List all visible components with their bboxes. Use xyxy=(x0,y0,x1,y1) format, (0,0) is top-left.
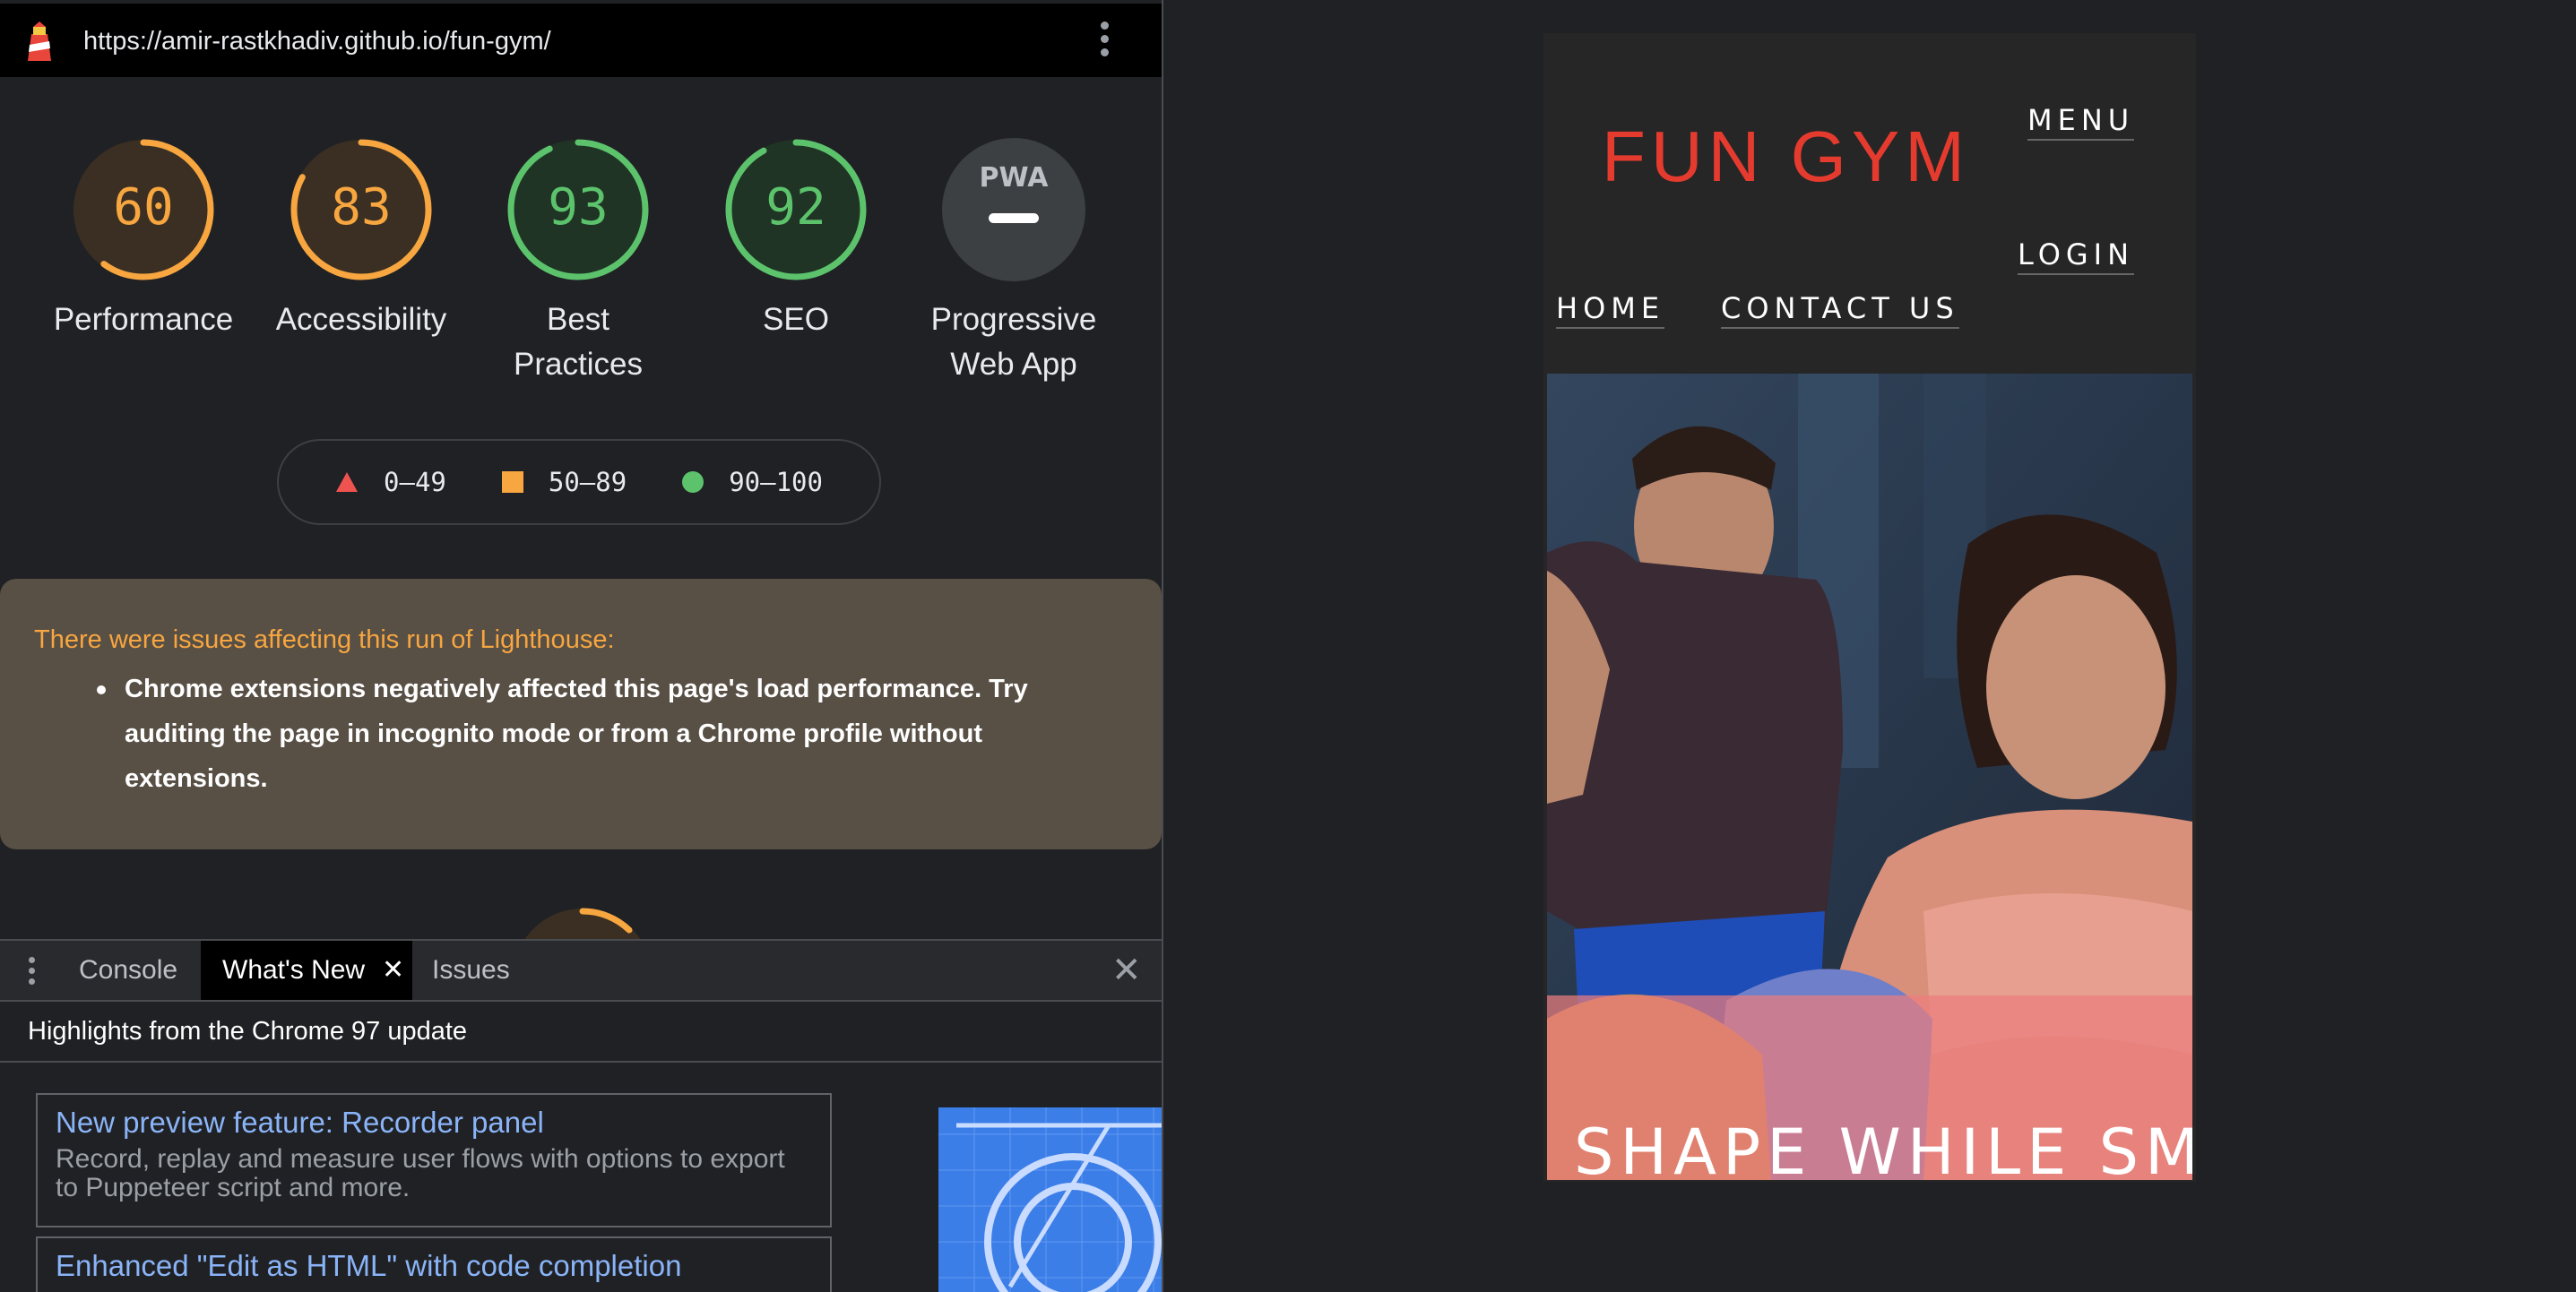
nav-login-link[interactable]: LOGIN xyxy=(2018,237,2135,275)
whats-new-card[interactable]: New preview feature: Recorder panel Reco… xyxy=(36,1093,832,1227)
kebab-dot-icon xyxy=(1100,35,1109,43)
score-value: 83 xyxy=(331,178,391,237)
gauge-ring-icon: 83 xyxy=(290,139,432,280)
tab-console[interactable]: Console xyxy=(79,941,177,1000)
legend-range: 0–49 xyxy=(384,467,446,497)
pwa-badge-icon: PWA xyxy=(942,138,1085,281)
site-preview: FUN GYM MENU LOGIN HOME CONTACT US SHAPE… xyxy=(1543,33,2196,1182)
score-value: 60 xyxy=(113,178,173,237)
legend-range: 50–89 xyxy=(548,467,627,497)
triangle-icon xyxy=(336,472,359,492)
close-drawer-icon[interactable]: ✕ xyxy=(1111,950,1142,991)
site-logo[interactable]: FUN GYM xyxy=(1602,116,1970,198)
score-legend: 0–49 50–89 90–100 xyxy=(277,439,881,525)
kebab-dot-icon xyxy=(28,978,35,985)
nav-menu-link[interactable]: MENU xyxy=(2027,103,2135,141)
hero-image: SHAPE WHILE SMI xyxy=(1547,374,2192,1180)
card-description: Record, replay and measure user flows wi… xyxy=(56,1144,785,1202)
report-url: https://amir-rastkhadiv.github.io/fun-gy… xyxy=(83,27,551,56)
score-label: Accessibility xyxy=(275,302,447,337)
card-title-link[interactable]: Enhanced "Edit as HTML" with code comple… xyxy=(56,1247,812,1285)
kebab-dot-icon xyxy=(28,957,35,963)
whats-new-illustration xyxy=(938,1107,1162,1292)
card-title-link[interactable]: New preview feature: Recorder panel xyxy=(56,1104,812,1141)
lighthouse-warning-box: There were issues affecting this run of … xyxy=(0,579,1162,849)
score-label: Progressive Web App xyxy=(930,302,1097,382)
lighthouse-logo-icon xyxy=(28,22,51,61)
gauge-ring-icon: 60 xyxy=(73,139,214,280)
score-label: SEO xyxy=(763,302,829,337)
warning-item: Chrome extensions negatively affected th… xyxy=(125,675,1028,793)
score-value: 92 xyxy=(765,178,826,237)
kebab-dot-icon xyxy=(1100,22,1109,30)
whats-new-card[interactable]: Enhanced "Edit as HTML" with code comple… xyxy=(36,1236,832,1292)
warning-title: There were issues affecting this run of … xyxy=(34,625,615,654)
site-header: FUN GYM MENU LOGIN HOME CONTACT US xyxy=(1543,33,2196,374)
partial-gauge-icon xyxy=(523,908,642,941)
gauge-seo[interactable]: 92 SEO xyxy=(693,136,899,342)
tab-issues[interactable]: Issues xyxy=(432,941,510,1000)
lighthouse-devtools-panel: https://amir-rastkhadiv.github.io/fun-gy… xyxy=(0,0,1163,1292)
gauge-pwa[interactable]: PWA Progressive Web App xyxy=(911,136,1117,387)
kebab-dot-icon xyxy=(1100,48,1109,56)
score-label: Performance xyxy=(53,302,234,337)
legend-range: 90–100 xyxy=(729,467,823,497)
gauge-accessibility[interactable]: 83 Accessibility xyxy=(258,136,464,342)
tab-label: What's New xyxy=(222,955,366,985)
gauge-ring-icon: 92 xyxy=(725,139,867,280)
legend-item-pass: 90–100 xyxy=(682,467,823,497)
legend-item-average: 50–89 xyxy=(501,467,627,497)
circle-icon xyxy=(682,471,705,493)
nav-contact-link[interactable]: CONTACT US xyxy=(1721,291,1959,329)
report-url-bar: https://amir-rastkhadiv.github.io/fun-gy… xyxy=(0,4,1162,77)
report-menu-button[interactable] xyxy=(1097,22,1111,65)
close-icon[interactable]: ✕ xyxy=(382,941,404,1000)
legend-item-fail: 0–49 xyxy=(335,467,446,497)
score-value: 93 xyxy=(548,178,608,237)
gauge-ring-icon: 93 xyxy=(507,139,649,280)
gauge-performance[interactable]: 60 Performance xyxy=(40,136,246,342)
drawer-menu-button[interactable] xyxy=(27,957,36,989)
drawer-tab-bar: Console What's New ✕ Issues ✕ xyxy=(0,939,1162,1002)
bullet-icon xyxy=(97,685,106,694)
score-label: Best Practices xyxy=(514,302,643,382)
tab-whats-new[interactable]: What's New ✕ xyxy=(201,941,412,1000)
nav-home-link[interactable]: HOME xyxy=(1556,291,1665,329)
hero-tagline: SHAPE WHILE SMI xyxy=(1574,1115,2192,1180)
square-icon xyxy=(501,471,523,493)
gauge-best-practices[interactable]: 93 Best Practices xyxy=(475,136,681,387)
pwa-badge-text: PWA xyxy=(980,162,1050,194)
whats-new-heading: Highlights from the Chrome 97 update xyxy=(0,1002,1162,1063)
kebab-dot-icon xyxy=(28,968,35,974)
